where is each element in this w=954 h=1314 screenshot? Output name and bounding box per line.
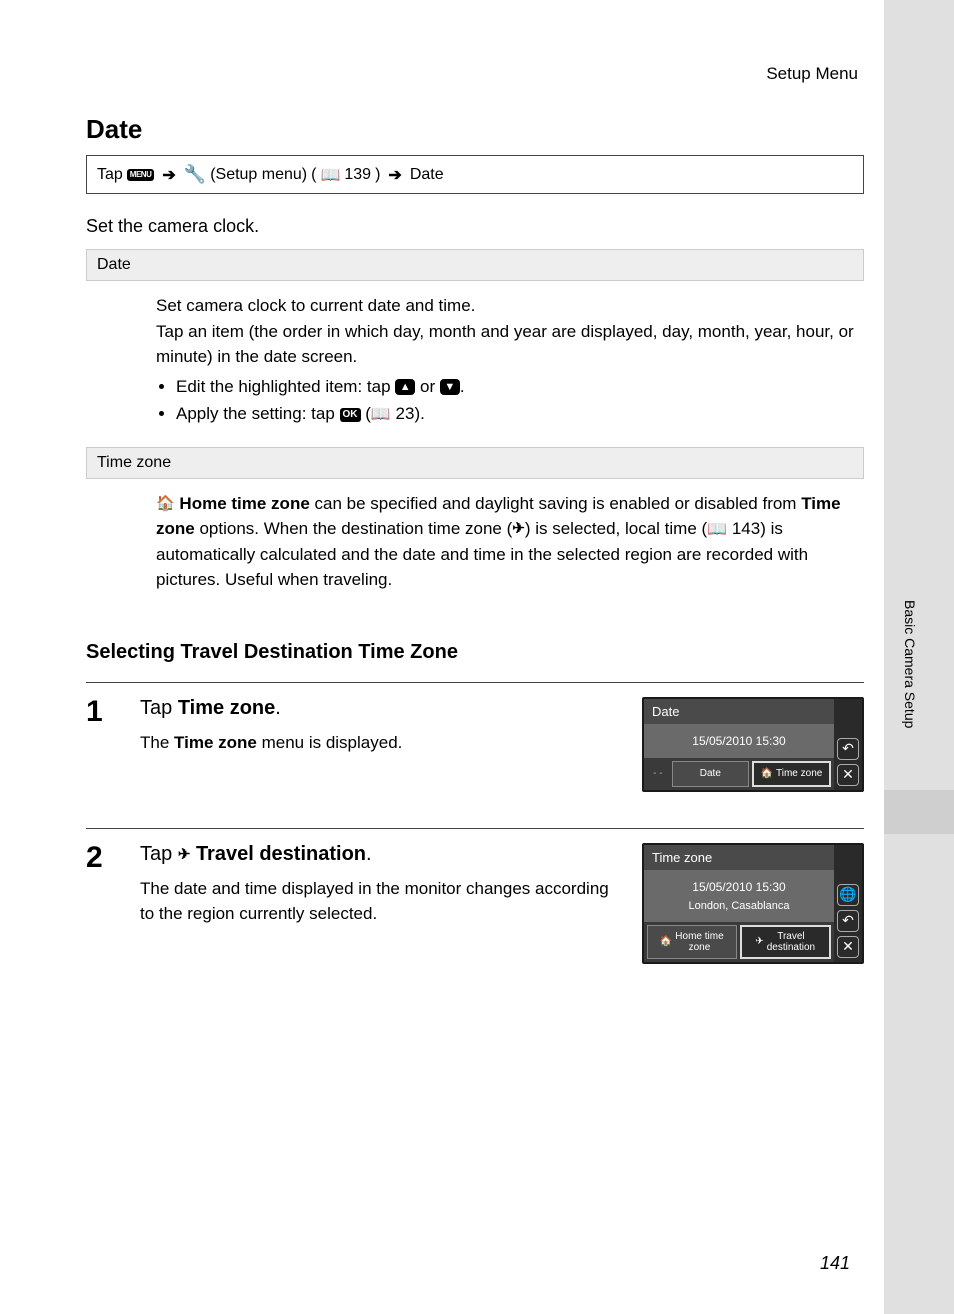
ok-icon: OK xyxy=(340,408,361,422)
screen-tab-date[interactable]: Date xyxy=(672,761,749,787)
home-icon: 🏠 xyxy=(660,936,672,947)
nav-ref-page: 139 xyxy=(344,166,371,184)
manual-page: Setup Menu Date Tap MENU ➔ 🔧 (Setup menu… xyxy=(0,0,884,1314)
header-section-label: Setup Menu xyxy=(86,64,864,84)
up-arrow-icon: ▲ xyxy=(395,379,415,395)
nav-tap-label: Tap xyxy=(97,166,123,184)
plane-icon: ✈ xyxy=(755,936,763,947)
step-number: 2 xyxy=(86,843,122,873)
arrow-icon: ➔ xyxy=(162,165,175,185)
step-2: 2 Tap ✈ Travel destination. The date and… xyxy=(86,828,864,1000)
screen-content: 15/05/2010 15:30 London, Casablanca xyxy=(644,870,834,922)
side-tab: Basic Camera Setup xyxy=(884,590,954,840)
menu-icon: MENU xyxy=(127,169,155,181)
screen-tab-timezone[interactable]: 🏠 Time zone xyxy=(752,761,831,787)
undo-icon[interactable]: ↶ xyxy=(837,738,859,760)
screen-datetime: 15/05/2010 15:30 xyxy=(644,724,834,758)
nav-ref-close: ) xyxy=(375,166,380,184)
screen-title: Date xyxy=(644,699,834,724)
date-p2: Tap an item (the order in which day, mon… xyxy=(156,319,854,370)
book-icon: 📖 xyxy=(371,403,391,427)
globe-icon[interactable]: 🌐 xyxy=(837,884,859,906)
page-number: 141 xyxy=(820,1253,850,1274)
undo-icon[interactable]: ↶ xyxy=(837,910,859,932)
close-icon[interactable]: ✕ xyxy=(837,936,859,958)
down-arrow-icon: ▼ xyxy=(440,379,460,395)
book-icon: 📖 xyxy=(707,518,727,542)
page-title: Date xyxy=(86,114,864,145)
nav-target: Date xyxy=(410,166,444,184)
nav-ref-open: ( xyxy=(311,166,316,184)
tz-section-body: 🏠 Home time zone can be specified and da… xyxy=(86,479,864,611)
nav-setup-label: (Setup menu) xyxy=(210,166,307,184)
intro-text: Set the camera clock. xyxy=(86,216,864,237)
book-icon: 📖 xyxy=(320,165,340,185)
subsection-heading: Selecting Travel Destination Time Zone xyxy=(86,641,864,664)
step-title: Tap ✈ Travel destination. xyxy=(140,843,624,866)
camera-screen-2: Time zone 15/05/2010 15:30 London, Casab… xyxy=(642,843,864,964)
step-body: The date and time displayed in the monit… xyxy=(140,876,624,927)
date-bullet-2: Apply the setting: tap OK (📖 23). xyxy=(176,401,854,427)
step-content: Tap Time zone. The Time zone menu is dis… xyxy=(140,697,624,756)
wrench-icon: 🔧 xyxy=(184,164,206,185)
step-content: Tap ✈ Travel destination. The date and t… xyxy=(140,843,624,927)
screen-title: Time zone xyxy=(644,845,834,870)
date-section-body: Set camera clock to current date and tim… xyxy=(86,281,864,447)
screen-tab-home[interactable]: 🏠 Home timezone xyxy=(647,925,737,959)
plane-icon: ✈ xyxy=(512,518,525,541)
plane-icon: ✈ xyxy=(178,845,191,863)
tz-section-label: Time zone xyxy=(86,447,864,479)
home-icon: 🏠 xyxy=(156,493,175,516)
screen-location: London, Casablanca xyxy=(652,900,826,912)
side-tab-block xyxy=(884,790,954,834)
side-tab-label: Basic Camera Setup xyxy=(902,600,918,728)
screen-tab-dash[interactable]: - - xyxy=(647,761,669,787)
step-body: The Time zone menu is displayed. xyxy=(140,730,624,756)
screen-datetime: 15/05/2010 15:30 xyxy=(652,880,826,894)
date-p1: Set camera clock to current date and tim… xyxy=(156,293,854,319)
date-bullet-1: Edit the highlighted item: tap ▲ or ▼. xyxy=(176,374,854,400)
camera-screen-1: Date 15/05/2010 15:30 - - Date 🏠 Time zo… xyxy=(642,697,864,792)
home-icon: 🏠 xyxy=(761,768,773,779)
arrow-icon: ➔ xyxy=(388,165,401,185)
step-number: 1 xyxy=(86,697,122,727)
step-1: 1 Tap Time zone. The Time zone menu is d… xyxy=(86,682,864,828)
screen-tab-travel[interactable]: ✈ Traveldestination xyxy=(740,925,832,959)
close-icon[interactable]: ✕ xyxy=(837,764,859,786)
date-section-label: Date xyxy=(86,249,864,281)
nav-path-box: Tap MENU ➔ 🔧 (Setup menu) ( 📖 139 ) ➔ Da… xyxy=(86,155,864,194)
step-title: Tap Time zone. xyxy=(140,697,624,720)
